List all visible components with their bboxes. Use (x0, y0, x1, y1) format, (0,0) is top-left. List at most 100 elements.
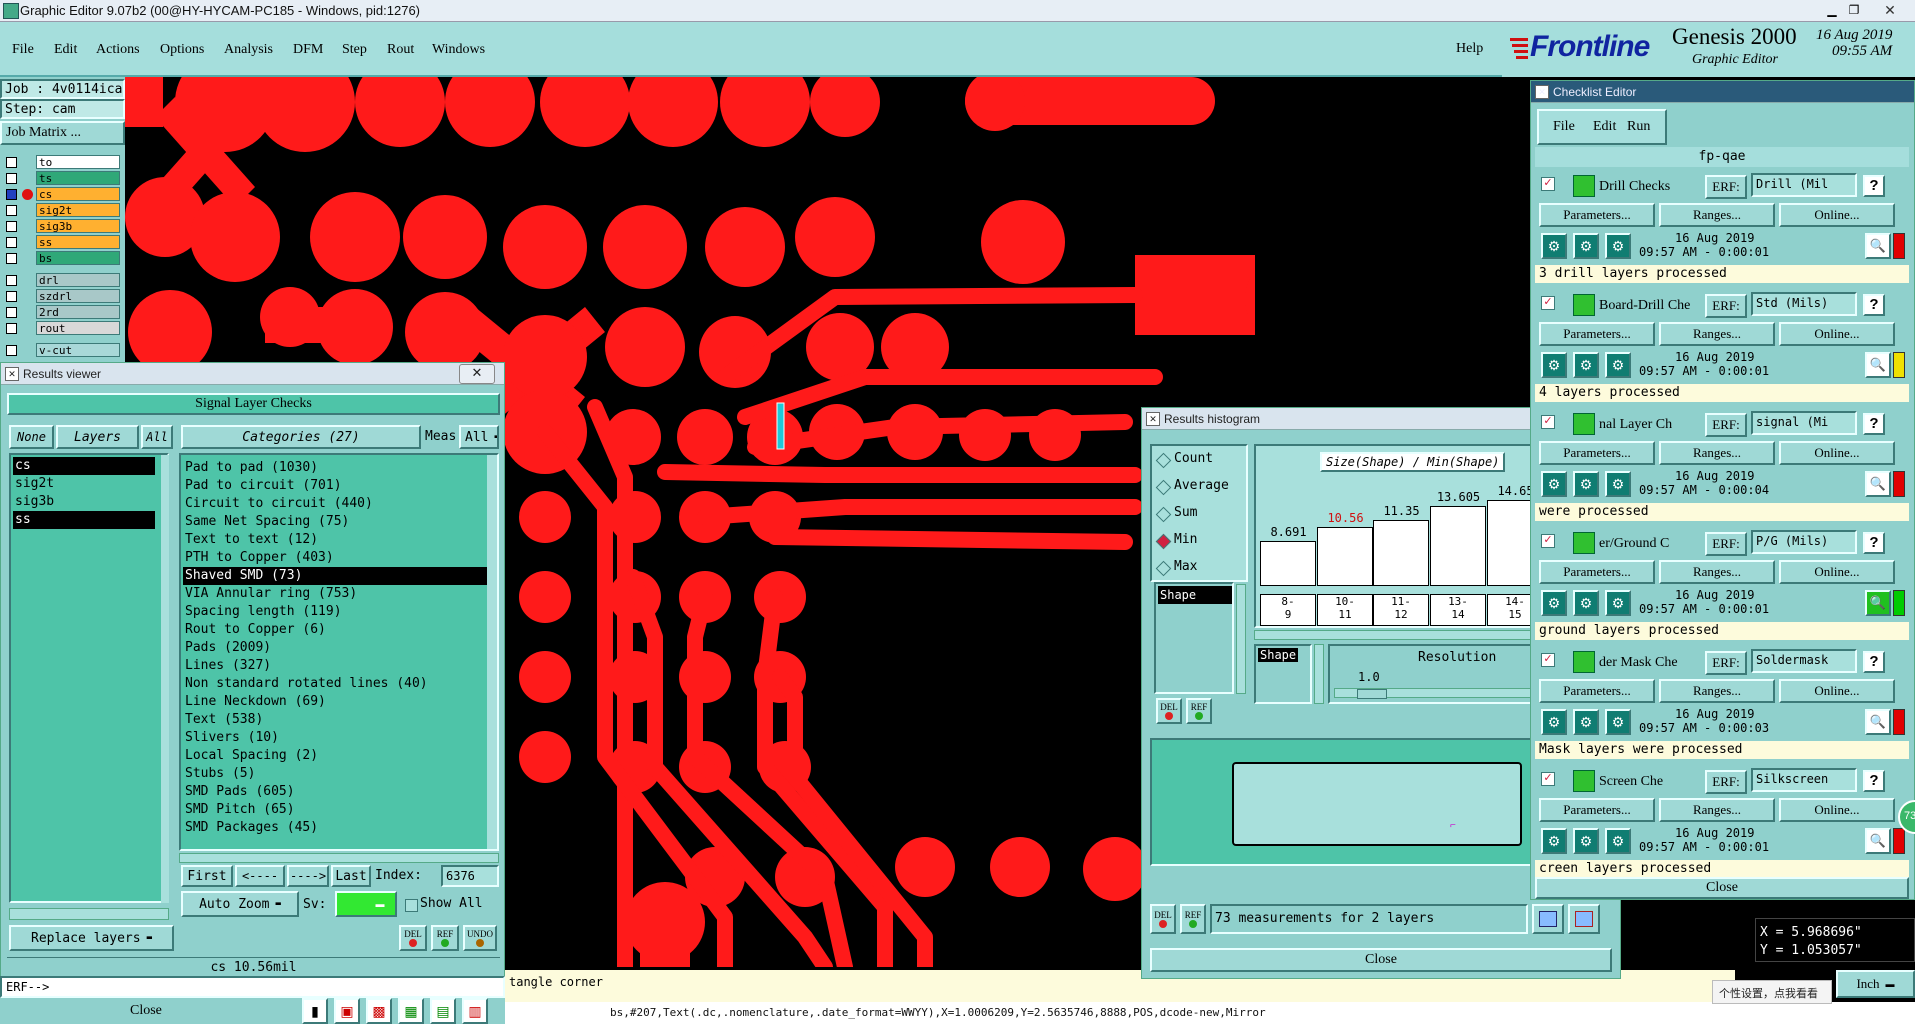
attribute-list-vscroll[interactable] (1236, 584, 1246, 694)
shape-list[interactable]: Shape (1254, 644, 1312, 704)
layer-checkbox[interactable] (6, 275, 17, 286)
layers-button[interactable]: Layers (56, 425, 139, 449)
option-sum[interactable]: Sum (1155, 504, 1246, 524)
ranges-button[interactable]: Ranges... (1659, 203, 1775, 227)
check-enabled-checkbox[interactable]: ✓ (1541, 653, 1555, 667)
category-item[interactable]: Line Neckdown (69) (183, 693, 495, 711)
histogram-bar[interactable] (1317, 527, 1373, 586)
erf-field[interactable]: Std (Mils) (1751, 292, 1857, 316)
zoom-results-button[interactable]: 🔍 (1865, 709, 1891, 735)
run-report-icon[interactable]: ⚙ (1605, 471, 1631, 497)
run-check-icon[interactable]: ⚙ (1541, 709, 1567, 735)
histogram-bar[interactable] (1373, 520, 1429, 586)
meas-dropdown[interactable]: All ▬ (459, 425, 499, 449)
none-button[interactable]: None (9, 425, 54, 449)
run-check-icon[interactable]: ⚙ (1541, 590, 1567, 616)
ranges-button[interactable]: Ranges... (1659, 441, 1775, 465)
erf-field[interactable]: signal (Mi (1751, 411, 1857, 435)
shape-list-vscroll[interactable] (1314, 644, 1324, 704)
layer-row-v-cut[interactable]: v-cut (0, 343, 125, 358)
zoom-results-button[interactable]: 🔍 (1865, 471, 1891, 497)
layer-row-szdrl[interactable]: szdrl (0, 289, 125, 304)
online-button[interactable]: Online... (1779, 798, 1895, 822)
run-actions-icon[interactable]: ⚙ (1573, 352, 1599, 378)
units-dropdown[interactable]: Inch ▬ (1836, 970, 1915, 998)
layer-row-cs[interactable]: cs (0, 187, 125, 202)
layer-checkbox[interactable] (6, 189, 17, 200)
category-list-hscroll[interactable] (179, 853, 499, 863)
parameters-button[interactable]: Parameters... (1539, 322, 1655, 346)
parameters-button[interactable]: Parameters... (1539, 798, 1655, 822)
category-item[interactable]: Stubs (5) (183, 765, 495, 783)
index-field[interactable]: 6376 (441, 865, 499, 887)
layer-row-drl[interactable]: drl (0, 273, 125, 288)
parameters-button[interactable]: Parameters... (1539, 203, 1655, 227)
category-item[interactable]: Slivers (10) (183, 729, 495, 747)
run-report-icon[interactable]: ⚙ (1605, 590, 1631, 616)
layer-row-ts[interactable]: ts (0, 171, 125, 186)
erf-button[interactable]: ERF: (1705, 651, 1747, 675)
undo-button[interactable]: UNDO (463, 925, 497, 951)
toolbar-icon-5[interactable]: ▤ (430, 998, 456, 1024)
erf-field[interactable]: Silkscreen (1751, 768, 1857, 792)
hist-add-button[interactable] (1532, 904, 1564, 934)
hist-del-button-2[interactable]: DEL (1150, 904, 1176, 934)
checklist-close-button[interactable]: Close (1535, 877, 1909, 899)
parameters-button[interactable]: Parameters... (1539, 560, 1655, 584)
layer-checkbox[interactable] (6, 345, 17, 356)
menu-help[interactable]: Help (1456, 22, 1483, 75)
layer-checkbox[interactable] (6, 291, 17, 302)
histogram-close-button[interactable]: Close (1150, 948, 1612, 972)
replace-layers-dropdown[interactable]: Replace layers ▬ (9, 925, 174, 951)
erf-button[interactable]: ERF: (1705, 175, 1747, 199)
category-item[interactable]: PTH to Copper (403) (183, 549, 495, 567)
category-item[interactable]: Pad to circuit (701) (183, 477, 495, 495)
close-icon[interactable]: ✕ (1868, 1, 1912, 19)
category-item[interactable]: Text to text (12) (183, 531, 495, 549)
sv-color-dropdown[interactable]: ▬ (335, 891, 397, 917)
layer-row-ss[interactable]: ss (0, 235, 125, 250)
menu-actions[interactable]: Actions (96, 22, 140, 77)
hist-ref-button[interactable]: REF (1186, 698, 1212, 724)
menu-analysis[interactable]: Analysis (224, 22, 273, 77)
all-layers-button[interactable]: All (141, 425, 173, 449)
auto-zoom-dropdown[interactable]: Auto Zoom ▬ (181, 891, 299, 917)
results-close-button[interactable]: Close (130, 1003, 162, 1019)
checklist-menu-file[interactable]: File (1553, 111, 1575, 143)
run-check-icon[interactable]: ⚙ (1541, 471, 1567, 497)
erf-field[interactable]: Drill (Mil (1751, 173, 1857, 197)
run-report-icon[interactable]: ⚙ (1605, 352, 1631, 378)
histogram-bar[interactable] (1260, 541, 1316, 586)
run-actions-icon[interactable]: ⚙ (1573, 828, 1599, 854)
check-enabled-checkbox[interactable]: ✓ (1541, 772, 1555, 786)
erf-button[interactable]: ERF: (1705, 770, 1747, 794)
help-button[interactable]: ? (1863, 175, 1885, 197)
category-item[interactable]: Local Spacing (2) (183, 747, 495, 765)
run-actions-icon[interactable]: ⚙ (1573, 233, 1599, 259)
layer-checkbox[interactable] (6, 205, 17, 216)
category-list[interactable]: Pad to pad (1030) Pad to circuit (701) Cir… (179, 453, 499, 851)
ranges-button[interactable]: Ranges... (1659, 560, 1775, 584)
next-button[interactable]: ----> (287, 865, 329, 887)
menu-options[interactable]: Options (160, 22, 204, 77)
minimize-icon[interactable]: ▁ (1823, 3, 1841, 17)
layer-checkbox[interactable] (6, 173, 17, 184)
ref-button[interactable]: REF (431, 925, 459, 951)
resolution-slider-thumb[interactable] (1357, 689, 1387, 699)
category-item[interactable]: Non standard rotated lines (40) (183, 675, 495, 693)
category-item[interactable]: Pads (2009) (183, 639, 495, 657)
run-check-icon[interactable]: ⚙ (1541, 233, 1567, 259)
layer-list-item[interactable]: cs (13, 457, 155, 475)
online-button[interactable]: Online... (1779, 560, 1895, 584)
ranges-button[interactable]: Ranges... (1659, 798, 1775, 822)
run-report-icon[interactable]: ⚙ (1605, 828, 1631, 854)
option-min[interactable]: Min (1155, 531, 1246, 551)
help-button[interactable]: ? (1863, 413, 1885, 435)
layer-checkbox[interactable] (6, 253, 17, 264)
show-all-checkbox[interactable] (405, 899, 418, 912)
attribute-item[interactable]: Shape (1158, 586, 1232, 604)
ranges-button[interactable]: Ranges... (1659, 679, 1775, 703)
layer-row-rout[interactable]: rout (0, 321, 125, 336)
zoom-results-button[interactable]: 🔍 (1865, 590, 1891, 616)
category-item[interactable]: Rout to Copper (6) (183, 621, 495, 639)
